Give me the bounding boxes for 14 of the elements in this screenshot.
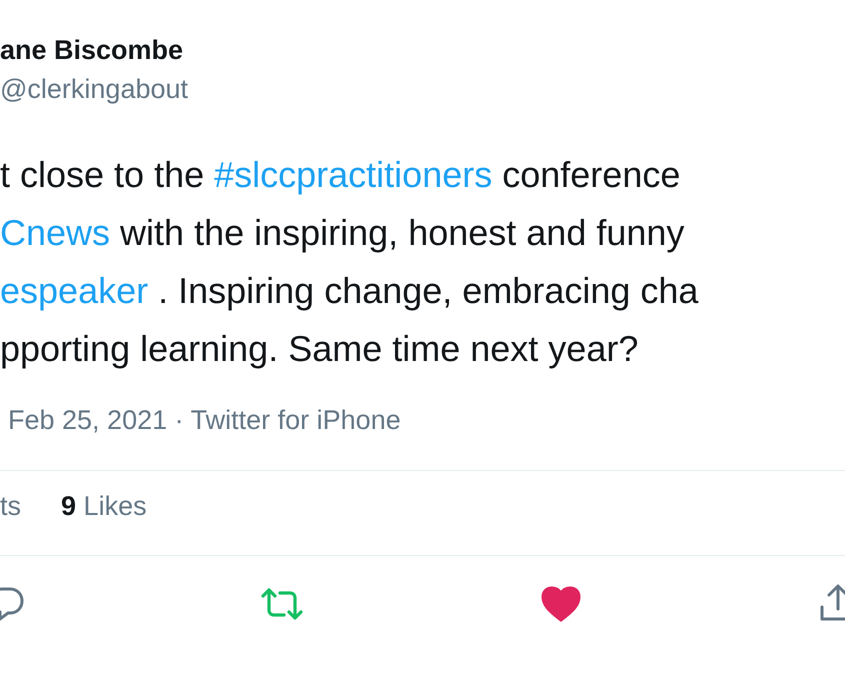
author-name: ane Biscombe xyxy=(0,34,184,67)
retweet-icon[interactable] xyxy=(260,586,304,622)
heart-icon[interactable] xyxy=(541,586,581,622)
tweet-date: Feb 25, 2021 · Twitter for iPhone xyxy=(8,404,402,437)
tweet-text: Cnews with the inspiring, honest and funny xyxy=(0,211,686,255)
tweet-text: espeaker . Inspiring change, embracing cha xyxy=(0,269,700,313)
tweet-text: t close to the #slccpractitioners conference xyxy=(0,153,682,197)
link[interactable]: Cnews xyxy=(0,212,110,253)
stat-count[interactable]: ts xyxy=(0,489,22,523)
tweet-text: pporting learning. Same time next year? xyxy=(0,327,640,371)
stat-count[interactable]: 9 Likes xyxy=(61,489,147,523)
link[interactable]: espeaker xyxy=(0,270,148,311)
author-handle: @clerkingabout xyxy=(0,73,190,106)
link[interactable]: #slccpractitioners xyxy=(214,154,492,195)
